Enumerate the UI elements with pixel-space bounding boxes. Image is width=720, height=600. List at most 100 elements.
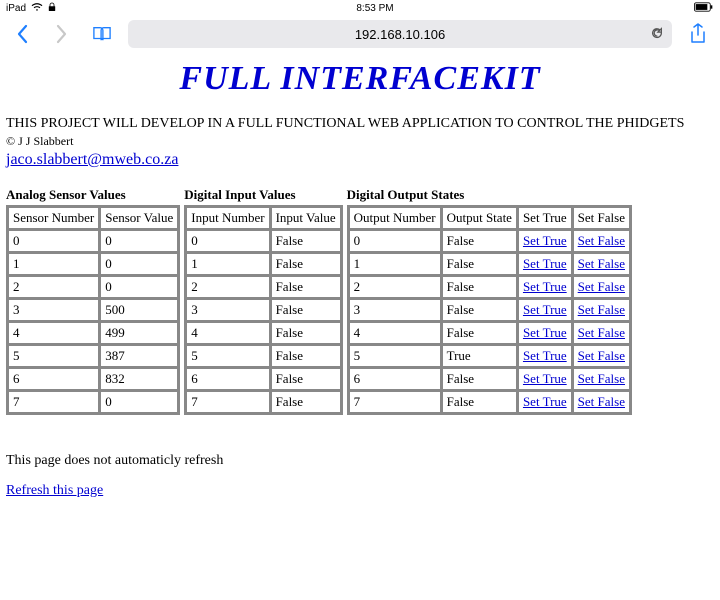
set-true-link[interactable]: Set True [523, 394, 567, 409]
digitalout-table: Output Number Output State Set True Set … [347, 205, 632, 415]
bookmarks-button[interactable] [88, 20, 116, 48]
device-label: iPad [6, 3, 26, 14]
set-false-link[interactable]: Set False [578, 394, 625, 409]
refresh-link[interactable]: Refresh this page [6, 483, 103, 498]
sensor-number: 4 [8, 322, 99, 344]
forward-button[interactable] [48, 20, 76, 48]
analog-table: Sensor NumberSensor Value 00102035004499… [6, 205, 180, 415]
set-true-cell: Set True [518, 276, 572, 298]
input-value: False [271, 391, 341, 413]
output-state: False [442, 391, 517, 413]
sensor-value: 500 [100, 299, 178, 321]
output-number: 5 [349, 345, 441, 367]
intro-text: THIS PROJECT WILL DEVELOP IN A FULL FUNC… [6, 116, 714, 132]
table-row: 2FalseSet TrueSet False [349, 276, 630, 298]
output-state: True [442, 345, 517, 367]
table-row: 6FalseSet TrueSet False [349, 368, 630, 390]
table-row: 3False [186, 299, 340, 321]
table-row: 3False Set True Set False [349, 299, 630, 321]
input-number: 2 [186, 276, 269, 298]
digitalin-table: Input NumberInput Value 0False1False2Fal… [184, 205, 342, 415]
output-state: False [442, 299, 517, 321]
note-text: This page does not automaticly refresh [6, 453, 714, 469]
set-true-link[interactable]: Set True [523, 256, 567, 271]
table-row: 2False [186, 276, 340, 298]
output-number: 3 [349, 299, 441, 321]
table-row: 00 [8, 230, 178, 252]
table-row: 4False Set True Set False [349, 322, 630, 344]
page-content: FULL INTERFACEKIT THIS PROJECT WILL DEVE… [0, 52, 720, 509]
address-bar[interactable]: 192.168.10.106 [128, 20, 672, 48]
output-state: False [442, 253, 517, 275]
page-title: FULL INTERFACEKIT [6, 60, 714, 98]
output-state: False [442, 322, 517, 344]
table-row: 1FalseSet TrueSet False [349, 253, 630, 275]
input-number: 4 [186, 322, 269, 344]
col-header: Output Number [349, 207, 441, 229]
sensor-value: 0 [100, 230, 178, 252]
sensor-number: 0 [8, 230, 99, 252]
status-bar: iPad 8:53 PM [0, 0, 720, 16]
table-row: 6832 [8, 368, 178, 390]
set-false-link[interactable]: Set False [578, 256, 625, 271]
table-row: 5False [186, 345, 340, 367]
sensor-number: 2 [8, 276, 99, 298]
input-number: 7 [186, 391, 269, 413]
lock-icon [48, 2, 56, 15]
digitalout-title: Digital Output States [347, 187, 632, 203]
set-true-cell: Set True [518, 345, 572, 367]
sensor-number: 3 [8, 299, 99, 321]
col-header: Output State [442, 207, 517, 229]
table-row: 10 [8, 253, 178, 275]
set-true-link[interactable]: Set True [523, 371, 567, 386]
sensor-value: 0 [100, 391, 178, 413]
col-header: Sensor Number [8, 207, 99, 229]
input-value: False [271, 276, 341, 298]
output-number: 7 [349, 391, 441, 413]
reload-icon[interactable] [650, 26, 664, 43]
set-true-cell: Set True [518, 299, 572, 321]
table-row: 7False [186, 391, 340, 413]
set-true-link[interactable]: Set True [523, 302, 567, 317]
set-true-cell: Set True [518, 253, 572, 275]
col-header: Sensor Value [100, 207, 178, 229]
output-state: False [442, 230, 517, 252]
wifi-icon [30, 2, 44, 15]
sensor-value: 499 [100, 322, 178, 344]
set-false-cell: Set False [573, 299, 630, 321]
battery-icon [694, 2, 714, 15]
share-button[interactable] [684, 20, 712, 48]
set-true-link[interactable]: Set True [523, 233, 567, 248]
digitalout-block: Digital Output States Output Number Outp… [347, 187, 632, 415]
set-false-link[interactable]: Set False [578, 371, 625, 386]
set-false-link[interactable]: Set False [578, 302, 625, 317]
table-row: 1False [186, 253, 340, 275]
input-number: 6 [186, 368, 269, 390]
sensor-number: 7 [8, 391, 99, 413]
set-true-link[interactable]: Set True [523, 325, 567, 340]
set-false-link[interactable]: Set False [578, 325, 625, 340]
set-false-link[interactable]: Set False [578, 279, 625, 294]
output-number: 2 [349, 276, 441, 298]
set-false-link[interactable]: Set False [578, 233, 625, 248]
table-row: 7False Set True Set False [349, 391, 630, 413]
email-link[interactable]: jaco.slabbert@mweb.co.za [6, 151, 178, 168]
back-button[interactable] [8, 20, 36, 48]
set-false-link[interactable]: Set False [578, 348, 625, 363]
set-false-cell: Set False [573, 345, 630, 367]
sensor-value: 832 [100, 368, 178, 390]
set-false-cell: Set False [573, 391, 630, 413]
table-row: 4499 [8, 322, 178, 344]
digitalin-title: Digital Input Values [184, 187, 342, 203]
table-row: 0False [186, 230, 340, 252]
table-row: 0False Set True Set False [349, 230, 630, 252]
output-number: 4 [349, 322, 441, 344]
set-true-link[interactable]: Set True [523, 348, 567, 363]
input-number: 5 [186, 345, 269, 367]
table-row: 6False [186, 368, 340, 390]
input-value: False [271, 299, 341, 321]
output-number: 0 [349, 230, 441, 252]
sensor-number: 5 [8, 345, 99, 367]
set-true-cell: Set True [518, 322, 572, 344]
set-true-link[interactable]: Set True [523, 279, 567, 294]
